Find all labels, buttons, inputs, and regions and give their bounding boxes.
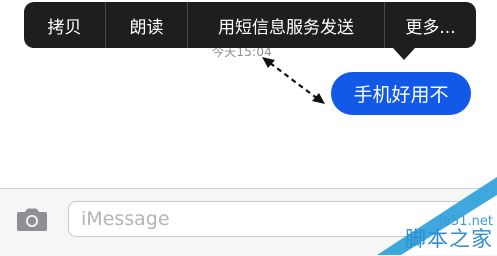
context-menu: 拷贝 朗读 用短信息服务发送 更多...: [24, 2, 476, 48]
message-composer: iMessage: [0, 188, 497, 256]
imessage-placeholder: iMessage: [81, 208, 170, 230]
imessage-input[interactable]: iMessage: [68, 201, 497, 237]
menu-item-speak[interactable]: 朗读: [106, 2, 188, 48]
menu-item-send-as-sms[interactable]: 用短信息服务发送: [188, 2, 385, 48]
camera-icon[interactable]: [16, 206, 48, 232]
menu-item-copy[interactable]: 拷贝: [24, 2, 106, 48]
message-bubble[interactable]: 手机好用不: [331, 72, 471, 115]
context-menu-pointer: [393, 48, 415, 60]
menu-item-more[interactable]: 更多...: [385, 2, 476, 48]
